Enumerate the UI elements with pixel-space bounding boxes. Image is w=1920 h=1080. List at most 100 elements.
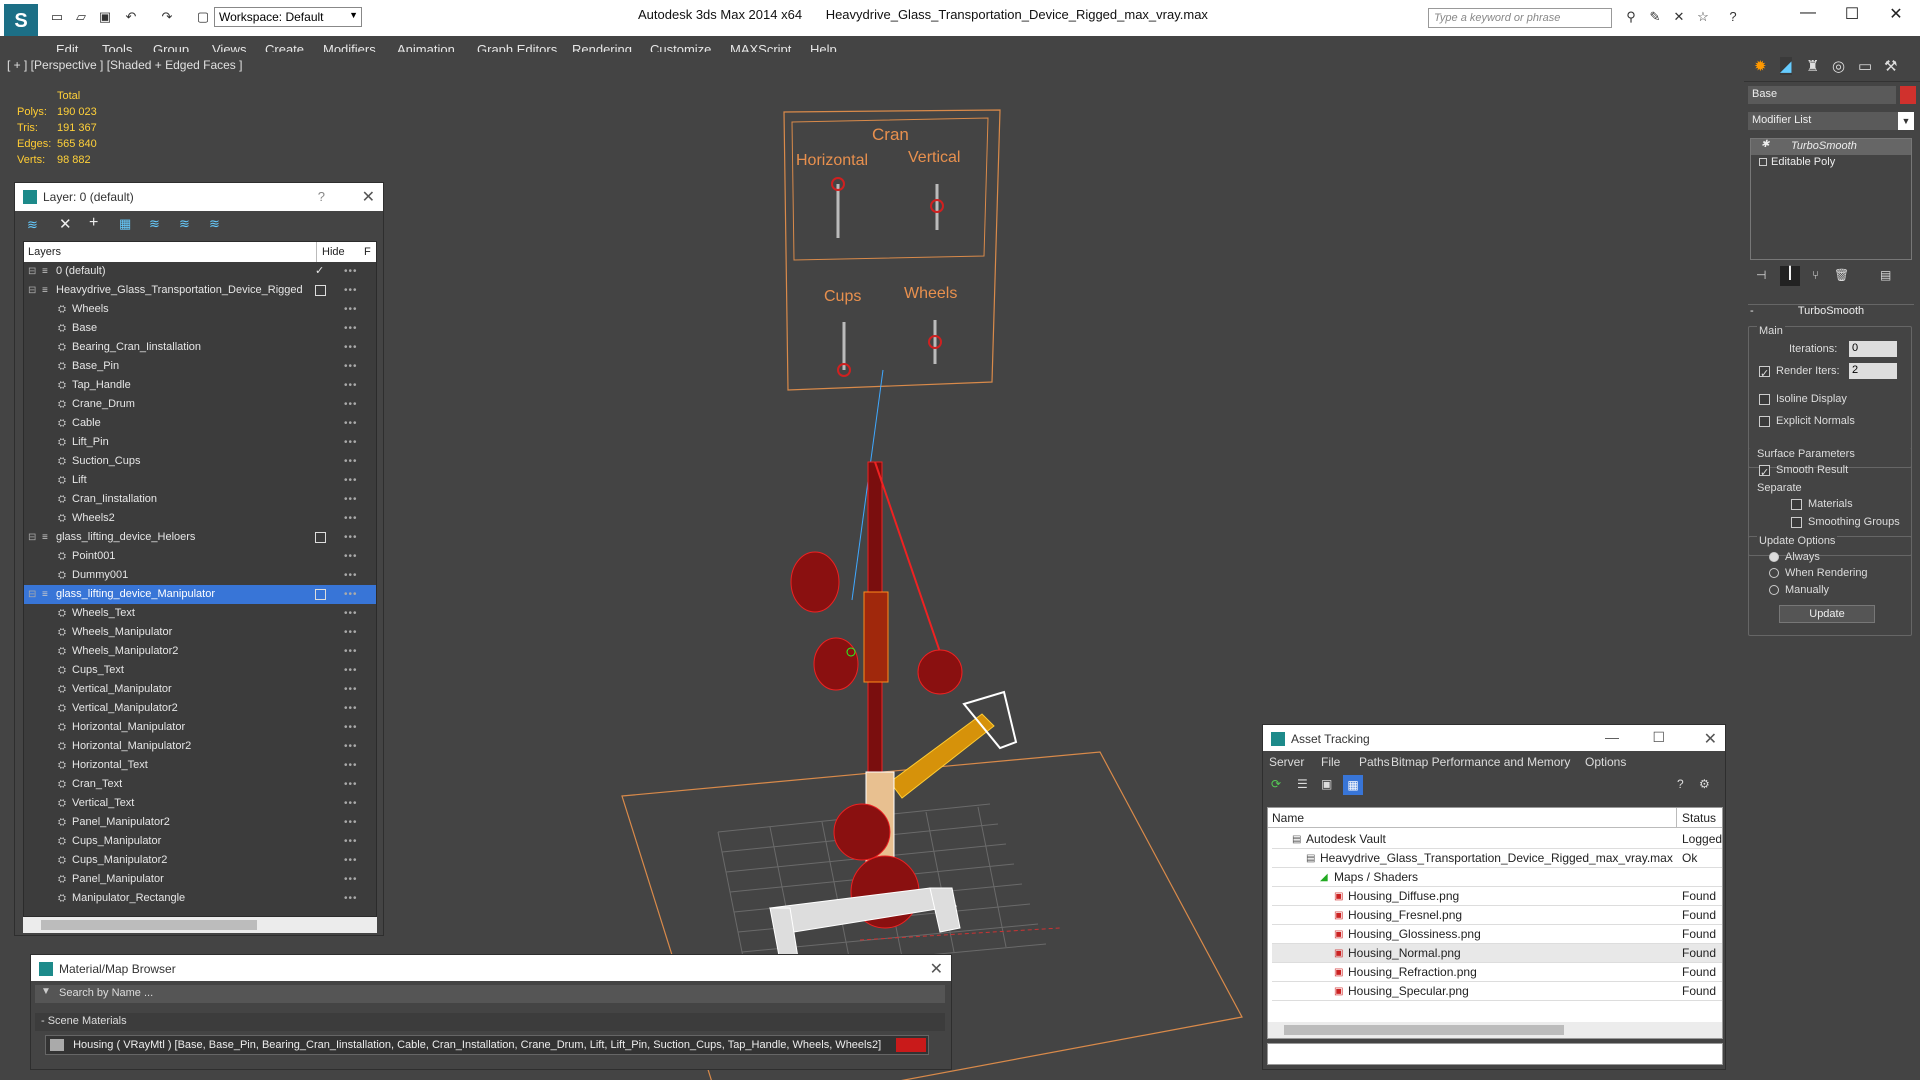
freeze-toggle[interactable]: ••• (344, 585, 358, 604)
layer-row[interactable]: ⛭ Base_Pin ••• (24, 357, 376, 376)
layer-row[interactable]: ⛭ Vertical_Manipulator2 ••• (24, 699, 376, 718)
help-icon[interactable]: ? (318, 189, 325, 204)
freeze-toggle[interactable]: ••• (344, 509, 358, 528)
maximize-icon[interactable]: ☐ (1832, 4, 1872, 24)
layer-row[interactable]: ⛭ Lift_Pin ••• (24, 433, 376, 452)
select-objects-icon[interactable]: ▦ (119, 216, 131, 232)
scrollbar-thumb[interactable] (1284, 1025, 1564, 1035)
when-rendering-radio[interactable]: When Rendering (1769, 567, 1868, 579)
close-icon[interactable]: ✕ (362, 187, 375, 207)
help-icon[interactable]: ? (1724, 8, 1742, 26)
layer-row[interactable]: ⛭ Lift ••• (24, 471, 376, 490)
explicit-normals-checkbox[interactable]: Explicit Normals (1759, 415, 1855, 427)
maximize-icon[interactable]: ☐ (1652, 729, 1665, 746)
freeze-toggle[interactable]: ••• (344, 832, 358, 851)
layer-row[interactable]: ⛭ Manipulator_Rectangle ••• (24, 889, 376, 908)
asset-path-field[interactable] (1267, 1043, 1723, 1065)
always-radio[interactable]: Always (1769, 551, 1820, 563)
object-color-swatch[interactable] (1900, 86, 1916, 104)
freeze-toggle[interactable]: ••• (344, 775, 358, 794)
col-name[interactable]: Name (1272, 811, 1304, 825)
layer-row[interactable]: ⛭ Cable ••• (24, 414, 376, 433)
freeze-toggle[interactable]: ••• (344, 547, 358, 566)
expand-toggle-icon[interactable]: ⊟ (28, 528, 36, 547)
freeze-toggle[interactable]: ••• (344, 338, 358, 357)
show-end-result-icon[interactable]: ┃ (1780, 266, 1800, 286)
layer-row[interactable]: ⛭ Wheels_Manipulator2 ••• (24, 642, 376, 661)
active-layer-check-icon[interactable]: ✓ (315, 262, 324, 281)
layer-row[interactable]: ⛭ Panel_Manipulator ••• (24, 870, 376, 889)
object-name-field[interactable]: Base (1748, 86, 1896, 104)
utilities-tab-icon[interactable]: ⚒ (1884, 57, 1897, 75)
create-tab-icon[interactable]: ✹ (1754, 57, 1767, 75)
expand-toggle-icon[interactable]: ⊟ (28, 585, 36, 604)
expand-icon[interactable] (1759, 158, 1767, 166)
stack-item-turbosmooth[interactable]: ✱ TurboSmooth (1751, 139, 1911, 155)
layer-row[interactable]: ⛭ Tap_Handle ••• (24, 376, 376, 395)
modify-tab-icon[interactable]: ◢ (1780, 57, 1792, 75)
manually-radio[interactable]: Manually (1769, 584, 1829, 596)
binoculars-icon[interactable]: ⚲ (1622, 8, 1640, 26)
freeze-toggle[interactable]: ••• (344, 718, 358, 737)
thumbnail-view-icon[interactable]: ▣ (1321, 777, 1332, 791)
hide-toggle[interactable] (315, 589, 326, 600)
layer-row[interactable]: ⊟ ≡ 0 (default) ✓ ••• (24, 262, 376, 281)
smoothing-groups-checkbox[interactable]: Smoothing Groups (1791, 516, 1900, 528)
dropdown-arrow-icon[interactable]: ▼ (41, 986, 51, 997)
freeze-toggle[interactable]: ••• (344, 642, 358, 661)
make-unique-icon[interactable]: ⑂ (1812, 268, 1819, 282)
pin-stack-icon[interactable]: ⊣ (1756, 268, 1766, 282)
motion-tab-icon[interactable]: ◎ (1832, 57, 1845, 75)
freeze-toggle[interactable]: ••• (344, 566, 358, 585)
freeze-toggle[interactable]: ••• (344, 870, 358, 889)
freeze-toggle[interactable]: ••• (344, 699, 358, 718)
layer-row[interactable]: ⛭ Bearing_Cran_Iinstallation ••• (24, 338, 376, 357)
asset-row[interactable]: ▣ Housing_Refraction.png Found (1272, 963, 1722, 982)
settings-icon[interactable]: ⚙ (1699, 777, 1710, 791)
freeze-toggle[interactable]: ••• (344, 623, 358, 642)
asset-menu-server[interactable]: Server (1269, 755, 1304, 769)
render-iters-checkbox[interactable]: ✓ Render Iters: (1759, 365, 1840, 380)
layer-row[interactable]: ⛭ Horizontal_Text ••• (24, 756, 376, 775)
layer-row[interactable]: ⛭ Cups_Manipulator ••• (24, 832, 376, 851)
close-icon[interactable]: ✕ (1704, 729, 1717, 749)
freeze-toggle[interactable]: ••• (344, 813, 358, 832)
freeze-toggle[interactable]: ••• (344, 604, 358, 623)
col-status[interactable]: Status (1682, 811, 1716, 825)
undo-icon[interactable]: ↶ (122, 8, 140, 26)
layer-row[interactable]: ⛭ Wheels_Manipulator ••• (24, 623, 376, 642)
freeze-toggle[interactable]: ••• (344, 262, 358, 281)
redo-icon[interactable]: ↷ (158, 8, 176, 26)
materials-checkbox[interactable]: Materials (1791, 498, 1853, 510)
layer-row[interactable]: ⛭ Wheels ••• (24, 300, 376, 319)
create-layer-icon[interactable]: ≋ (27, 217, 38, 233)
remove-modifier-icon[interactable]: 🗑 (1834, 268, 1849, 282)
configure-sets-icon[interactable]: ▤ (1880, 268, 1891, 282)
isoline-checkbox[interactable]: Isoline Display (1759, 393, 1847, 405)
layer-row[interactable]: ⊟ ≡ glass_lifting_device_Heloers ••• (24, 528, 376, 547)
asset-row[interactable]: ◢ Maps / Shaders (1272, 868, 1722, 887)
close-icon[interactable]: ✕ (930, 959, 943, 979)
asset-row[interactable]: ▣ Housing_Specular.png Found (1272, 982, 1722, 1001)
expand-toggle-icon[interactable]: ⊟ (28, 281, 36, 300)
hide-toggle[interactable] (315, 532, 326, 543)
freeze-toggle[interactable]: ••• (344, 376, 358, 395)
freeze-toggle[interactable]: ••• (344, 414, 358, 433)
layer-row[interactable]: ⛭ Vertical_Manipulator ••• (24, 680, 376, 699)
col-hide[interactable]: Hide (322, 246, 345, 258)
asset-row[interactable]: ▤ Heavydrive_Glass_Transportation_Device_… (1272, 849, 1722, 868)
material-item-housing[interactable]: Housing ( VRayMtl ) [Base, Base_Pin, Bea… (45, 1035, 929, 1055)
freeze-toggle[interactable]: ••• (344, 794, 358, 813)
scene-materials-section[interactable]: - Scene Materials (35, 1013, 945, 1031)
layer-row[interactable]: ⛭ Cups_Manipulator2 ••• (24, 851, 376, 870)
asset-menu-paths[interactable]: Paths (1359, 755, 1390, 769)
layer-horizontal-scrollbar[interactable] (23, 917, 377, 933)
layer-row[interactable]: ⛭ Point001 ••• (24, 547, 376, 566)
delete-layer-icon[interactable]: ✕ (59, 215, 72, 233)
material-search-bar[interactable]: ▼ Search by Name ... (35, 985, 945, 1003)
freeze-toggle[interactable]: ••• (344, 756, 358, 775)
asset-row[interactable]: ▤ Autodesk Vault Logged (1272, 830, 1722, 849)
open-file-icon[interactable]: ▱ (72, 8, 90, 26)
layer-row[interactable]: ⛭ Wheels2 ••• (24, 509, 376, 528)
asset-row[interactable]: ▣ Housing_Diffuse.png Found (1272, 887, 1722, 906)
